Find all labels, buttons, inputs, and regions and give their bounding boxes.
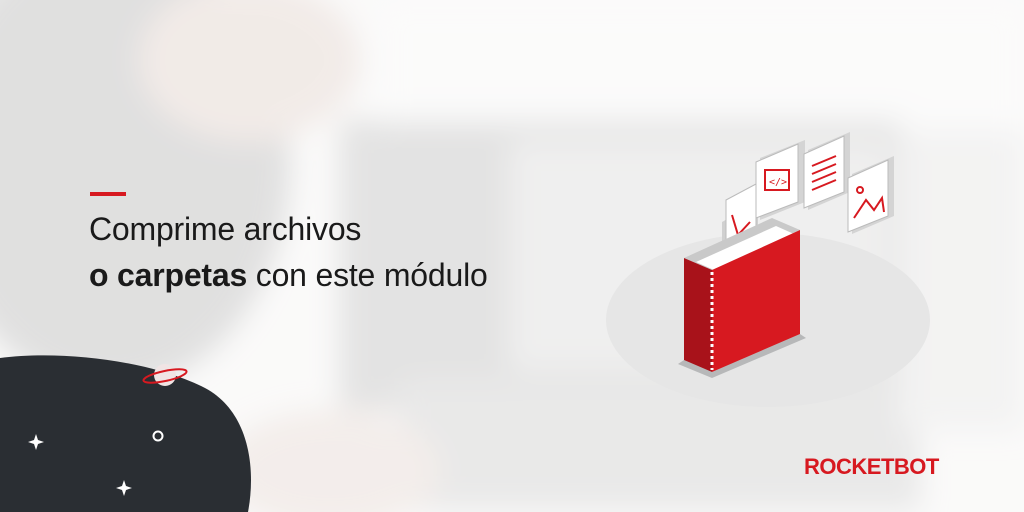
headline-accent-line (90, 192, 126, 196)
headline-line-2-rest: con este módulo (247, 257, 488, 293)
svg-text:</>: </> (769, 177, 787, 188)
decorative-space-shape (0, 355, 251, 512)
compressed-folder-illustration: </> (606, 132, 930, 407)
document-icon (803, 132, 850, 210)
headline-bold-phrase: o carpetas (89, 257, 248, 293)
rocketbot-logo: ROCKETBOT (804, 454, 939, 479)
code-icon: </> (755, 140, 805, 220)
headline-line-1: Comprime archivos (89, 211, 362, 247)
image-icon (847, 156, 894, 234)
headline: Comprime archivos o carpetas con este mó… (89, 206, 488, 298)
